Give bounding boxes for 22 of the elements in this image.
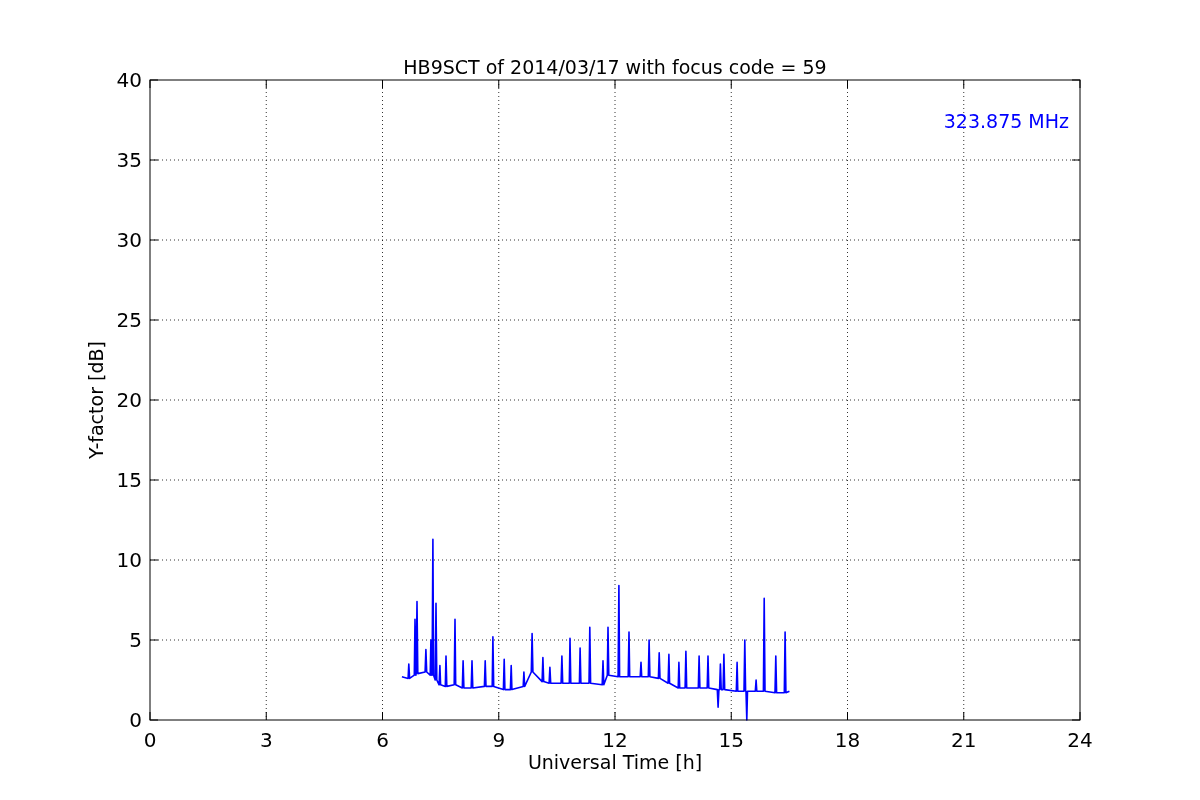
series-label: 323.875 MHz	[943, 110, 1069, 132]
tick-label: 3	[259, 728, 273, 752]
tick-label: 0	[143, 728, 157, 752]
tick-label: 15	[116, 468, 142, 492]
tick-label: 35	[116, 148, 142, 172]
tick-label: 6	[376, 728, 389, 752]
tick-label: 9	[492, 728, 506, 752]
tick-label: 0	[129, 708, 142, 732]
tick-label: 12	[602, 728, 628, 752]
tick-label: 30	[116, 228, 142, 252]
tick-label: 24	[1067, 728, 1093, 752]
tick-label: 40	[116, 68, 142, 92]
axis-label: Y-factor [dB]	[85, 341, 107, 459]
tick-label: 25	[116, 308, 142, 332]
tick-label: 5	[129, 628, 142, 652]
tick-label: 18	[834, 728, 861, 752]
tick-label: 10	[116, 548, 142, 572]
tick-label: 21	[951, 728, 977, 752]
tick-label: 20	[116, 388, 142, 412]
axis-label: Universal Time [h]	[527, 751, 703, 773]
chart-title: HB9SCT of 2014/03/17 with focus code = 59	[403, 56, 827, 78]
tick-label: 15	[718, 728, 744, 752]
